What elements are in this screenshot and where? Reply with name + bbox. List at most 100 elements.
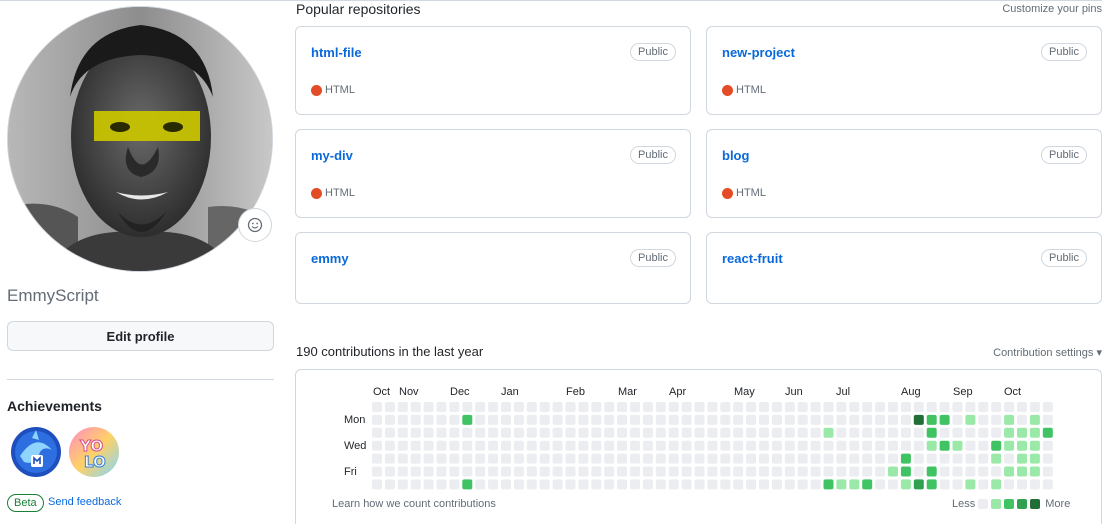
contribution-day-cell[interactable] [836, 453, 847, 464]
contribution-day-cell[interactable] [939, 466, 950, 477]
contribution-day-cell[interactable] [552, 453, 563, 464]
contribution-day-cell[interactable] [1017, 466, 1027, 477]
contribution-day-cell[interactable] [810, 402, 821, 412]
contribution-day-cell[interactable] [488, 479, 499, 490]
contribution-day-cell[interactable] [1042, 427, 1053, 438]
contribution-settings-dropdown[interactable]: Contribution settings ▾ [993, 346, 1102, 359]
contribution-day-cell[interactable] [397, 427, 408, 438]
contribution-day-cell[interactable] [965, 402, 976, 412]
contribution-day-cell[interactable] [965, 427, 976, 438]
contribution-day-cell[interactable] [578, 402, 589, 412]
contribution-day-cell[interactable] [1004, 402, 1015, 412]
contribution-day-cell[interactable] [965, 414, 976, 425]
contribution-day-cell[interactable] [1029, 414, 1040, 425]
repo-link[interactable]: my-div [311, 148, 353, 163]
contribution-day-cell[interactable] [771, 427, 782, 438]
contribution-day-cell[interactable] [810, 427, 821, 438]
achievements-title[interactable]: Achievements [7, 398, 102, 414]
repo-link[interactable]: html-file [311, 45, 362, 60]
contribution-day-cell[interactable] [875, 440, 886, 451]
contribution-day-cell[interactable] [449, 453, 460, 464]
contribution-day-cell[interactable] [810, 440, 821, 451]
contribution-day-cell[interactable] [849, 414, 860, 425]
contribution-day-cell[interactable] [604, 402, 615, 412]
contribution-day-cell[interactable] [513, 466, 524, 477]
contribution-day-cell[interactable] [436, 402, 447, 412]
contribution-day-cell[interactable] [888, 414, 898, 425]
contribution-day-cell[interactable] [565, 440, 576, 451]
contribution-day-cell[interactable] [913, 466, 924, 477]
contribution-day-cell[interactable] [1004, 466, 1015, 477]
contribution-day-cell[interactable] [488, 402, 499, 412]
contribution-day-cell[interactable] [565, 402, 576, 412]
contribution-day-cell[interactable] [875, 453, 886, 464]
contribution-day-cell[interactable] [526, 414, 537, 425]
contribution-day-cell[interactable] [410, 466, 421, 477]
contribution-day-cell[interactable] [991, 453, 1002, 464]
contribution-day-cell[interactable] [513, 427, 524, 438]
contribution-day-cell[interactable] [759, 466, 769, 477]
contribution-day-cell[interactable] [1029, 466, 1040, 477]
contribution-day-cell[interactable] [565, 466, 576, 477]
contribution-day-cell[interactable] [668, 453, 679, 464]
contribution-day-cell[interactable] [1004, 453, 1015, 464]
learn-contributions-link[interactable]: Learn how we count contributions [332, 498, 496, 510]
send-feedback-link[interactable]: Send feedback [48, 496, 121, 508]
contribution-day-cell[interactable] [668, 414, 679, 425]
contribution-day-cell[interactable] [746, 466, 757, 477]
contribution-day-cell[interactable] [952, 479, 963, 490]
contribution-day-cell[interactable] [604, 479, 615, 490]
contribution-day-cell[interactable] [372, 440, 382, 451]
contribution-day-cell[interactable] [423, 402, 434, 412]
contribution-day-cell[interactable] [694, 479, 705, 490]
contribution-day-cell[interactable] [372, 427, 382, 438]
contribution-day-cell[interactable] [501, 453, 511, 464]
contribution-day-cell[interactable] [642, 453, 653, 464]
contribution-day-cell[interactable] [462, 414, 473, 425]
contribution-day-cell[interactable] [849, 427, 860, 438]
contribution-day-cell[interactable] [655, 466, 666, 477]
contribution-day-cell[interactable] [436, 427, 447, 438]
contribution-day-cell[interactable] [539, 440, 550, 451]
contribution-day-cell[interactable] [707, 466, 718, 477]
contribution-day-cell[interactable] [578, 414, 589, 425]
contribution-day-cell[interactable] [759, 440, 769, 451]
contribution-day-cell[interactable] [771, 440, 782, 451]
contribution-day-cell[interactable] [578, 466, 589, 477]
contribution-day-cell[interactable] [617, 453, 628, 464]
contribution-day-cell[interactable] [501, 479, 511, 490]
contribution-day-cell[interactable] [759, 414, 769, 425]
contribution-day-cell[interactable] [707, 427, 718, 438]
contribution-day-cell[interactable] [862, 466, 873, 477]
contribution-day-cell[interactable] [1042, 402, 1053, 412]
contribution-day-cell[interactable] [733, 466, 744, 477]
contribution-day-cell[interactable] [694, 453, 705, 464]
contribution-day-cell[interactable] [784, 402, 795, 412]
contribution-day-cell[interactable] [475, 414, 486, 425]
contribution-day-cell[interactable] [384, 440, 395, 451]
contribution-day-cell[interactable] [862, 479, 873, 490]
contribution-day-cell[interactable] [1029, 453, 1040, 464]
contribution-day-cell[interactable] [900, 466, 911, 477]
contribution-day-cell[interactable] [591, 453, 602, 464]
contribution-day-cell[interactable] [668, 440, 679, 451]
repo-link[interactable]: react-fruit [722, 251, 783, 266]
contribution-day-cell[interactable] [668, 466, 679, 477]
contribution-day-cell[interactable] [1017, 414, 1027, 425]
contribution-day-cell[interactable] [900, 453, 911, 464]
contribution-day-cell[interactable] [707, 402, 718, 412]
contribution-day-cell[interactable] [526, 466, 537, 477]
contribution-day-cell[interactable] [978, 466, 989, 477]
contribution-day-cell[interactable] [372, 453, 382, 464]
contribution-day-cell[interactable] [423, 427, 434, 438]
contribution-day-cell[interactable] [526, 440, 537, 451]
contribution-day-cell[interactable] [797, 466, 808, 477]
contribution-day-cell[interactable] [449, 402, 460, 412]
contribution-day-cell[interactable] [526, 479, 537, 490]
contribution-day-cell[interactable] [991, 414, 1002, 425]
contribution-day-cell[interactable] [539, 466, 550, 477]
contribution-day-cell[interactable] [707, 453, 718, 464]
contribution-day-cell[interactable] [720, 414, 731, 425]
contribution-day-cell[interactable] [436, 414, 447, 425]
avatar[interactable] [7, 6, 273, 272]
